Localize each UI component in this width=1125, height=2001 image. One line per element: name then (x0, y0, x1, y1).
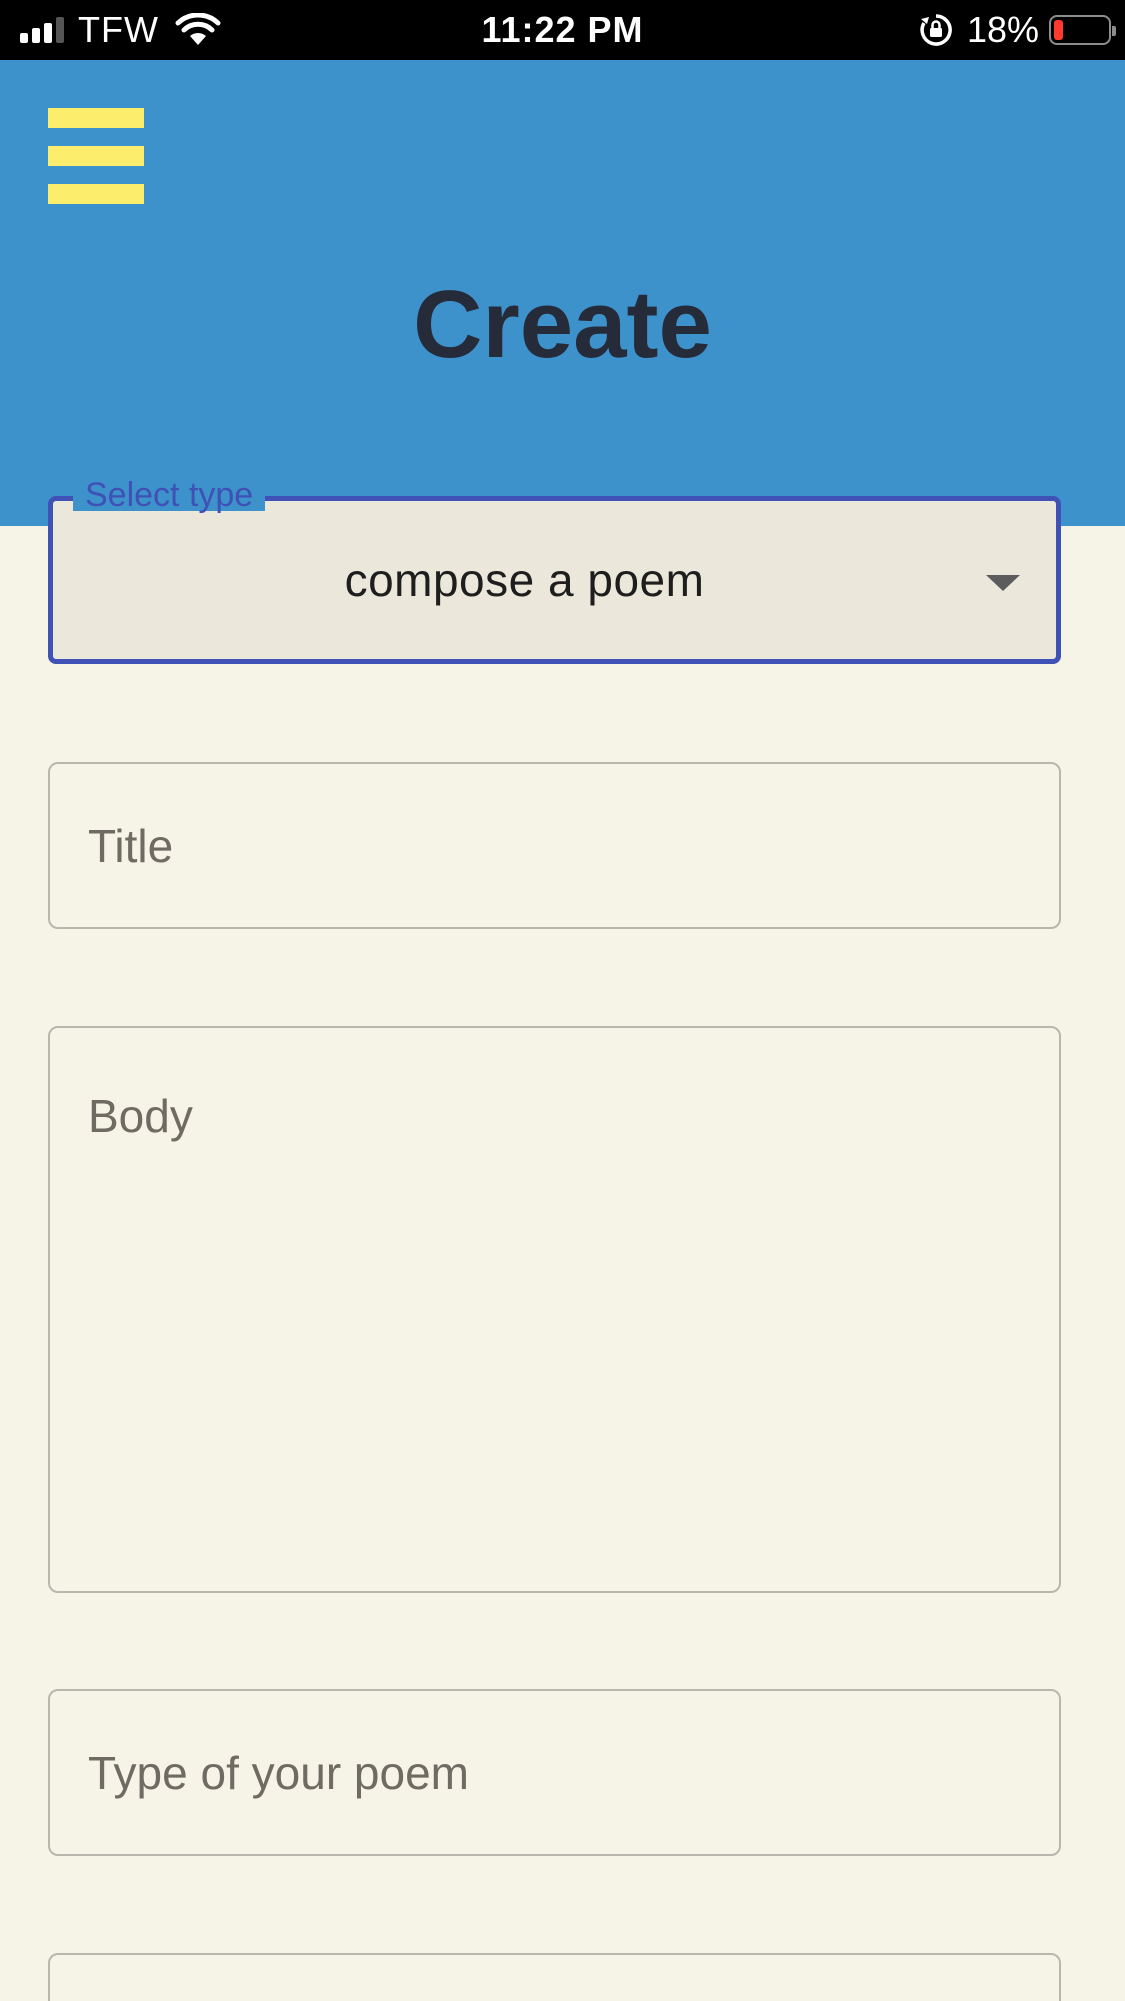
battery-icon (1049, 15, 1116, 45)
poem-type-field (48, 1689, 1061, 1856)
battery-fill (1054, 20, 1063, 40)
title-input[interactable] (50, 764, 1059, 927)
create-screen: TFW 11:22 PM 18% Create Select type comp… (0, 0, 1125, 2001)
dropdown-arrow-icon[interactable] (986, 575, 1020, 591)
status-right: 18% (919, 0, 1116, 60)
app-header: Create (0, 60, 1125, 526)
next-field (48, 1953, 1061, 2001)
body-field (48, 1026, 1061, 1593)
status-bar: TFW 11:22 PM 18% (0, 0, 1125, 60)
rotation-lock-icon (920, 14, 952, 46)
title-field (48, 762, 1061, 929)
body-input[interactable] (50, 1028, 1059, 1591)
battery-percentage: 18% (966, 9, 1039, 50)
next-input[interactable] (50, 1955, 1059, 2001)
poem-type-input[interactable] (50, 1691, 1059, 1854)
hamburger-menu-icon[interactable] (48, 108, 144, 204)
type-select[interactable]: Select type compose a poem (48, 478, 1061, 664)
page-title: Create (413, 271, 712, 378)
type-select-value: compose a poem (344, 554, 705, 606)
